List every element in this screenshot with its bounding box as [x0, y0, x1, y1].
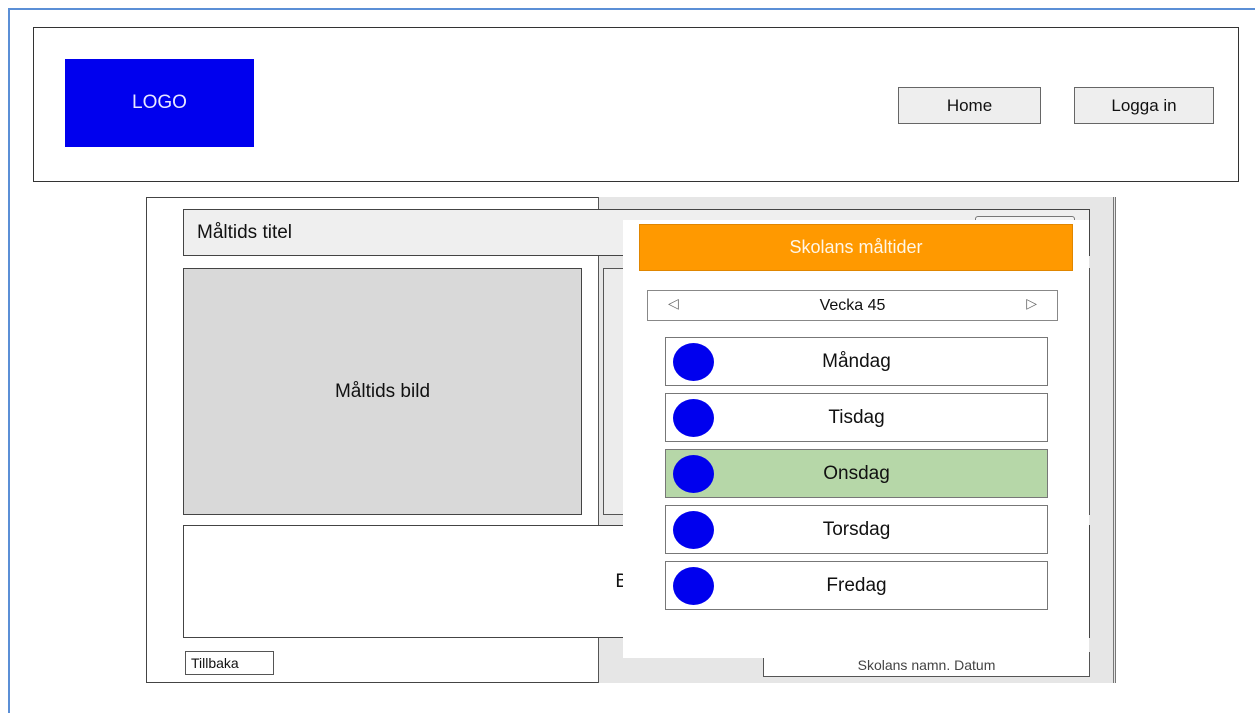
day-label: Onsdag [823, 462, 890, 484]
day-indicator-icon [673, 567, 714, 605]
day-item-torsdag[interactable]: Torsdag [665, 505, 1048, 554]
day-label: Fredag [826, 574, 887, 596]
day-item-onsdag[interactable]: Onsdag [665, 449, 1048, 498]
day-item-tisdag[interactable]: Tisdag [665, 393, 1048, 442]
logo[interactable]: LOGO [65, 59, 254, 147]
day-indicator-icon [673, 455, 714, 493]
day-label: Torsdag [822, 518, 891, 540]
day-item-mandag[interactable]: Måndag [665, 337, 1048, 386]
triangle-right-icon[interactable]: ▷ [1026, 295, 1037, 312]
day-indicator-icon [673, 343, 714, 381]
day-label: Tisdag [828, 406, 885, 428]
week-label: Vecka 45 [819, 296, 886, 314]
day-item-fredag[interactable]: Fredag [665, 561, 1048, 610]
week-navigator: ◁ Vecka 45 ▷ [647, 290, 1058, 321]
meal-image: Måltids bild [183, 268, 582, 515]
meal-title: Måltids titel [197, 221, 293, 243]
back-button[interactable]: Tillbaka [185, 651, 274, 675]
school-meals-title: Skolans måltider [639, 224, 1073, 271]
triangle-left-icon[interactable]: ◁ [668, 295, 679, 312]
day-label: Måndag [822, 350, 891, 372]
day-indicator-icon [673, 511, 714, 549]
login-button[interactable]: Logga in [1074, 87, 1214, 124]
meal-image-label: Måltids bild [334, 380, 431, 402]
day-indicator-icon [673, 399, 714, 437]
home-button[interactable]: Home [898, 87, 1041, 124]
day-list: Måndag Tisdag Onsdag Torsdag Fredag [665, 337, 1048, 617]
school-meals-popup: Skolans måltider ◁ Vecka 45 ▷ Måndag Tis… [623, 220, 1089, 658]
site-header: LOGO Home Logga in [33, 27, 1239, 182]
right-column-edge [1113, 197, 1116, 683]
